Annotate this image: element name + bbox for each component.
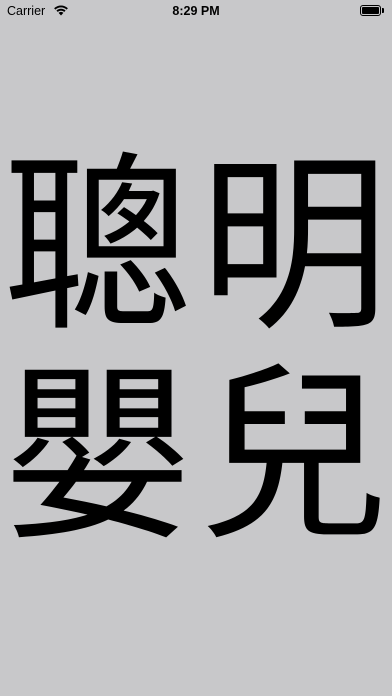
battery-icon [360, 5, 384, 16]
battery-fill [362, 7, 379, 14]
character-row-2: 嬰 兒 [0, 352, 392, 562]
character-row-1: 聰 明 [0, 142, 392, 352]
character-grid: 聰 明 嬰 兒 [0, 142, 392, 562]
character-ying[interactable]: 嬰 [0, 352, 196, 562]
status-bar: Carrier 8:29 PM [0, 0, 392, 22]
character-er[interactable]: 兒 [196, 352, 392, 562]
character-ming[interactable]: 明 [196, 142, 392, 352]
status-time: 8:29 PM [172, 4, 220, 18]
character-cong[interactable]: 聰 [0, 142, 196, 352]
